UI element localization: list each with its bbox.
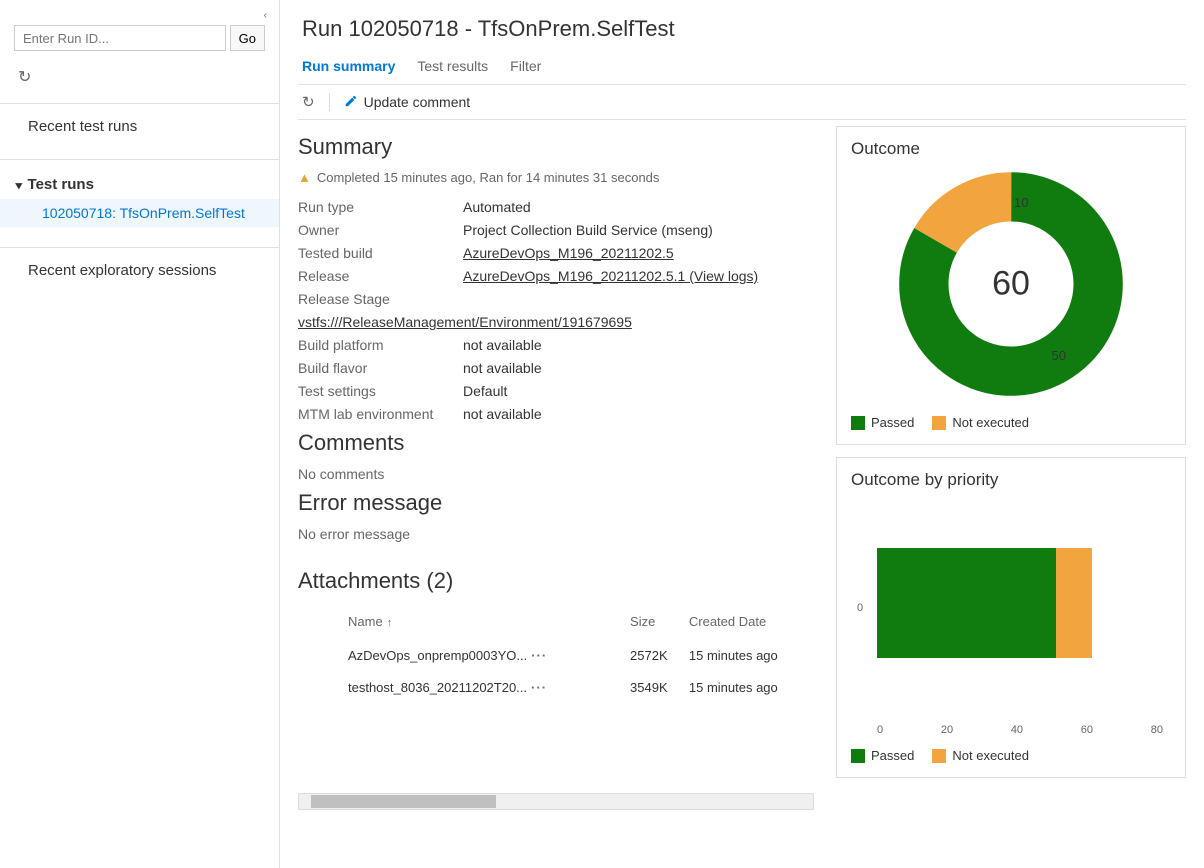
field-value: not available [463,337,814,353]
xtick: 20 [941,724,953,736]
donut-total: 60 [992,265,1030,304]
xtick: 40 [1011,724,1023,736]
main-content: Run 102050718 - TfsOnPrem.SelfTest Run s… [280,0,1204,868]
scrollbar-thumb[interactable] [311,795,496,808]
attachments-heading: Attachments (2) [298,568,814,594]
col-name[interactable]: Name↑ [298,604,630,639]
horizontal-scrollbar[interactable] [298,793,814,810]
tab-test-results[interactable]: Test results [417,58,488,74]
outcome-card: Outcome 60 10 50 Passed Not executed [836,126,1186,445]
field-value: Default [463,383,814,399]
priority-bar-chart: 0 [877,498,1163,718]
field-key: Release Stage [298,291,463,307]
outcome-priority-card: Outcome by priority 0 0 20 40 60 80 P [836,457,1186,778]
table-row[interactable]: testhost_8036_20211202T20... ··· 3549K 15… [298,671,814,703]
field-value: not available [463,360,814,376]
summary-pane: Summary ▲ Completed 15 minutes ago, Ran … [298,126,820,854]
field-key: Release [298,268,463,284]
error-heading: Error message [298,490,814,516]
priority-legend: Passed Not executed [851,748,1171,763]
refresh-icon[interactable]: ↻ [302,93,315,111]
comments-heading: Comments [298,430,814,456]
legend-passed: Passed [851,748,914,763]
field-key: Run type [298,199,463,215]
outcome-legend: Passed Not executed [851,415,1171,430]
bar-notexec-segment [1056,548,1092,658]
toolbar: ↻ Update comment [298,84,1186,120]
bar-x-axis: 0 20 40 60 80 [877,724,1163,736]
run-status-line: ▲ Completed 15 minutes ago, Ran for 14 m… [298,170,814,185]
pencil-icon [344,94,358,111]
sort-asc-icon: ↑ [387,617,393,629]
xtick: 0 [877,724,883,736]
recent-test-runs-link[interactable]: Recent test runs [0,104,279,149]
test-runs-tree-label[interactable]: Test runs [0,170,279,199]
error-body: No error message [298,526,814,542]
release-link[interactable]: AzureDevOps_M196_20211202.5.1 (View logs… [463,268,814,284]
test-run-item[interactable]: 102050718: TfsOnPrem.SelfTest [0,199,279,227]
field-value: not available [463,406,814,422]
refresh-icon[interactable]: ↻ [0,61,279,93]
legend-notexec: Not executed [932,748,1029,763]
recent-exploratory-sessions-link[interactable]: Recent exploratory sessions [0,248,279,293]
field-value: Project Collection Build Service (mseng) [463,222,814,238]
col-size[interactable]: Size [630,604,689,639]
warning-icon: ▲ [298,170,311,185]
go-button[interactable]: Go [230,25,265,51]
field-key: MTM lab environment [298,406,463,422]
attachments-table: Name↑ Size Created Date AzDevOps_onpremp… [298,604,814,703]
field-key: Tested build [298,245,463,261]
donut-passed-label: 50 [1052,348,1066,363]
status-text: Completed 15 minutes ago, Ran for 14 min… [317,170,660,185]
attachment-created: 15 minutes ago [689,671,814,703]
xtick: 60 [1081,724,1093,736]
outcome-heading: Outcome [851,139,1171,159]
attachment-name: AzDevOps_onpremp0003YO... [348,648,527,663]
donut-notexec-label: 10 [1014,195,1028,210]
row-actions-icon[interactable]: ··· [531,648,547,663]
summary-fields: Run type Automated Owner Project Collect… [298,199,814,422]
legend-passed: Passed [851,415,914,430]
outcome-priority-heading: Outcome by priority [851,470,1171,490]
update-comment-button[interactable]: Update comment [344,94,471,111]
bar-y-category: 0 [857,602,863,614]
field-key: Build platform [298,337,463,353]
tab-run-summary[interactable]: Run summary [302,58,395,74]
page-title: Run 102050718 - TfsOnPrem.SelfTest [298,14,1186,54]
tested-build-link[interactable]: AzureDevOps_M196_20211202.5 [463,245,814,261]
tab-filter[interactable]: Filter [510,58,541,74]
update-comment-label: Update comment [364,94,471,110]
bar-passed-segment [877,548,1056,658]
row-actions-icon[interactable]: ··· [531,680,547,695]
col-created[interactable]: Created Date [689,604,814,639]
attachment-size: 2572K [630,639,689,671]
release-stage-link[interactable]: vstfs:///ReleaseManagement/Environment/1… [298,314,814,330]
toolbar-separator [329,93,330,111]
field-key: Test settings [298,383,463,399]
field-value: Automated [463,199,814,215]
tab-bar: Run summary Test results Filter [298,54,1186,84]
sidebar: ‹ Go ↻ Recent test runs Test runs 102050… [0,0,280,868]
charts-pane: Outcome 60 10 50 Passed Not executed [836,126,1186,854]
field-key: Owner [298,222,463,238]
bar-row [877,548,1163,658]
outcome-donut-chart: 60 10 50 [896,169,1126,399]
attachment-size: 3549K [630,671,689,703]
summary-heading: Summary [298,134,814,160]
collapse-sidebar-icon[interactable]: ‹ [0,10,279,25]
field-key: Build flavor [298,360,463,376]
run-id-input[interactable] [14,25,226,51]
xtick: 80 [1151,724,1163,736]
attachment-created: 15 minutes ago [689,639,814,671]
legend-notexec: Not executed [932,415,1029,430]
comments-body: No comments [298,466,814,482]
attachment-name: testhost_8036_20211202T20... [348,680,527,695]
table-row[interactable]: AzDevOps_onpremp0003YO... ··· 2572K 15 mi… [298,639,814,671]
